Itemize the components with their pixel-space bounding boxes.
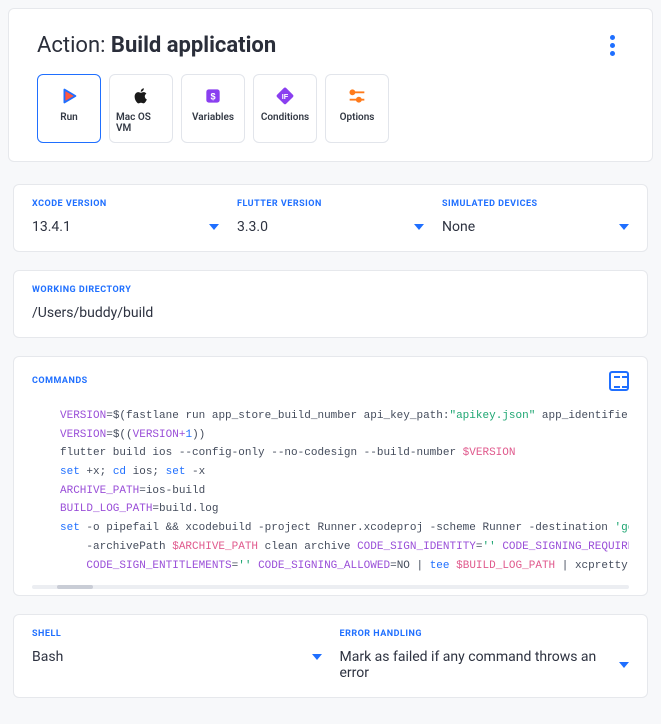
action-title: Action: Build application (37, 33, 276, 58)
versions-panel: XCODE VERSION 13.4.1 FLUTTER VERSION 3.3… (13, 184, 648, 252)
field-label: XCODE VERSION (32, 199, 219, 209)
select-value: Mark as failed if any command throws an … (340, 649, 620, 681)
select-value: Bash (32, 649, 63, 665)
tab-variables[interactable]: $ Variables (181, 74, 245, 143)
flutter-version-select[interactable]: 3.3.0 (237, 219, 424, 235)
apple-icon (130, 85, 152, 107)
working-directory-panel: WORKING DIRECTORY /Users/buddy/build (13, 270, 648, 338)
simulated-devices-field: SIMULATED DEVICES None (442, 199, 629, 235)
simulated-devices-select[interactable]: None (442, 219, 629, 235)
error-handling-select[interactable]: Mark as failed if any command throws an … (340, 649, 630, 681)
chevron-down-icon (312, 654, 322, 660)
select-value: None (442, 219, 475, 235)
xcode-version-field: XCODE VERSION 13.4.1 (32, 199, 219, 235)
tab-options[interactable]: Options (325, 74, 389, 143)
title-prefix: Action: (37, 33, 111, 58)
tab-macos-vm[interactable]: Mac OS VM (109, 74, 173, 143)
flutter-version-field: FLUTTER VERSION 3.3.0 (237, 199, 424, 235)
select-value: 3.3.0 (237, 219, 268, 235)
action-header-card: Action: Build application Run Mac OS VM … (8, 8, 653, 162)
horizontal-scrollbar[interactable] (32, 585, 629, 589)
tab-label: Variables (192, 112, 234, 123)
title-name: Build application (111, 33, 276, 58)
options-icon (346, 85, 368, 107)
select-value: 13.4.1 (32, 219, 71, 235)
field-label: SIMULATED DEVICES (442, 199, 629, 209)
chevron-down-icon (209, 224, 219, 230)
commands-editor[interactable]: VERSION=$(fastlane run app_store_build_n… (32, 401, 629, 581)
tab-label: Conditions (261, 112, 309, 123)
commands-panel: COMMANDS VERSION=$(fastlane run app_stor… (13, 356, 648, 596)
field-label: WORKING DIRECTORY (32, 285, 629, 295)
shell-error-panel: SHELL Bash ERROR HANDLING Mark as failed… (13, 614, 648, 698)
tab-label: Run (60, 112, 78, 123)
scrollbar-thumb[interactable] (57, 585, 93, 589)
shell-field: SHELL Bash (32, 629, 322, 681)
tab-label: Mac OS VM (116, 112, 166, 134)
svg-text:$: $ (210, 91, 215, 101)
tab-run[interactable]: Run (37, 74, 101, 143)
more-menu-button[interactable] (600, 34, 624, 58)
working-directory-value[interactable]: /Users/buddy/build (32, 305, 629, 321)
field-label: FLUTTER VERSION (237, 199, 424, 209)
svg-text:IF: IF (282, 92, 289, 101)
variables-icon: $ (202, 85, 224, 107)
chevron-down-icon (619, 662, 629, 668)
xcode-version-select[interactable]: 13.4.1 (32, 219, 219, 235)
field-label: COMMANDS (32, 376, 88, 386)
tabs-bar: Run Mac OS VM $ Variables IF Conditions … (37, 74, 624, 143)
conditions-icon: IF (274, 85, 296, 107)
chevron-down-icon (619, 224, 629, 230)
error-handling-field: ERROR HANDLING Mark as failed if any com… (340, 629, 630, 681)
expand-icon[interactable] (609, 371, 629, 391)
chevron-down-icon (414, 224, 424, 230)
tab-conditions[interactable]: IF Conditions (253, 74, 317, 143)
shell-select[interactable]: Bash (32, 649, 322, 665)
play-icon (58, 85, 80, 107)
tab-label: Options (340, 112, 375, 123)
